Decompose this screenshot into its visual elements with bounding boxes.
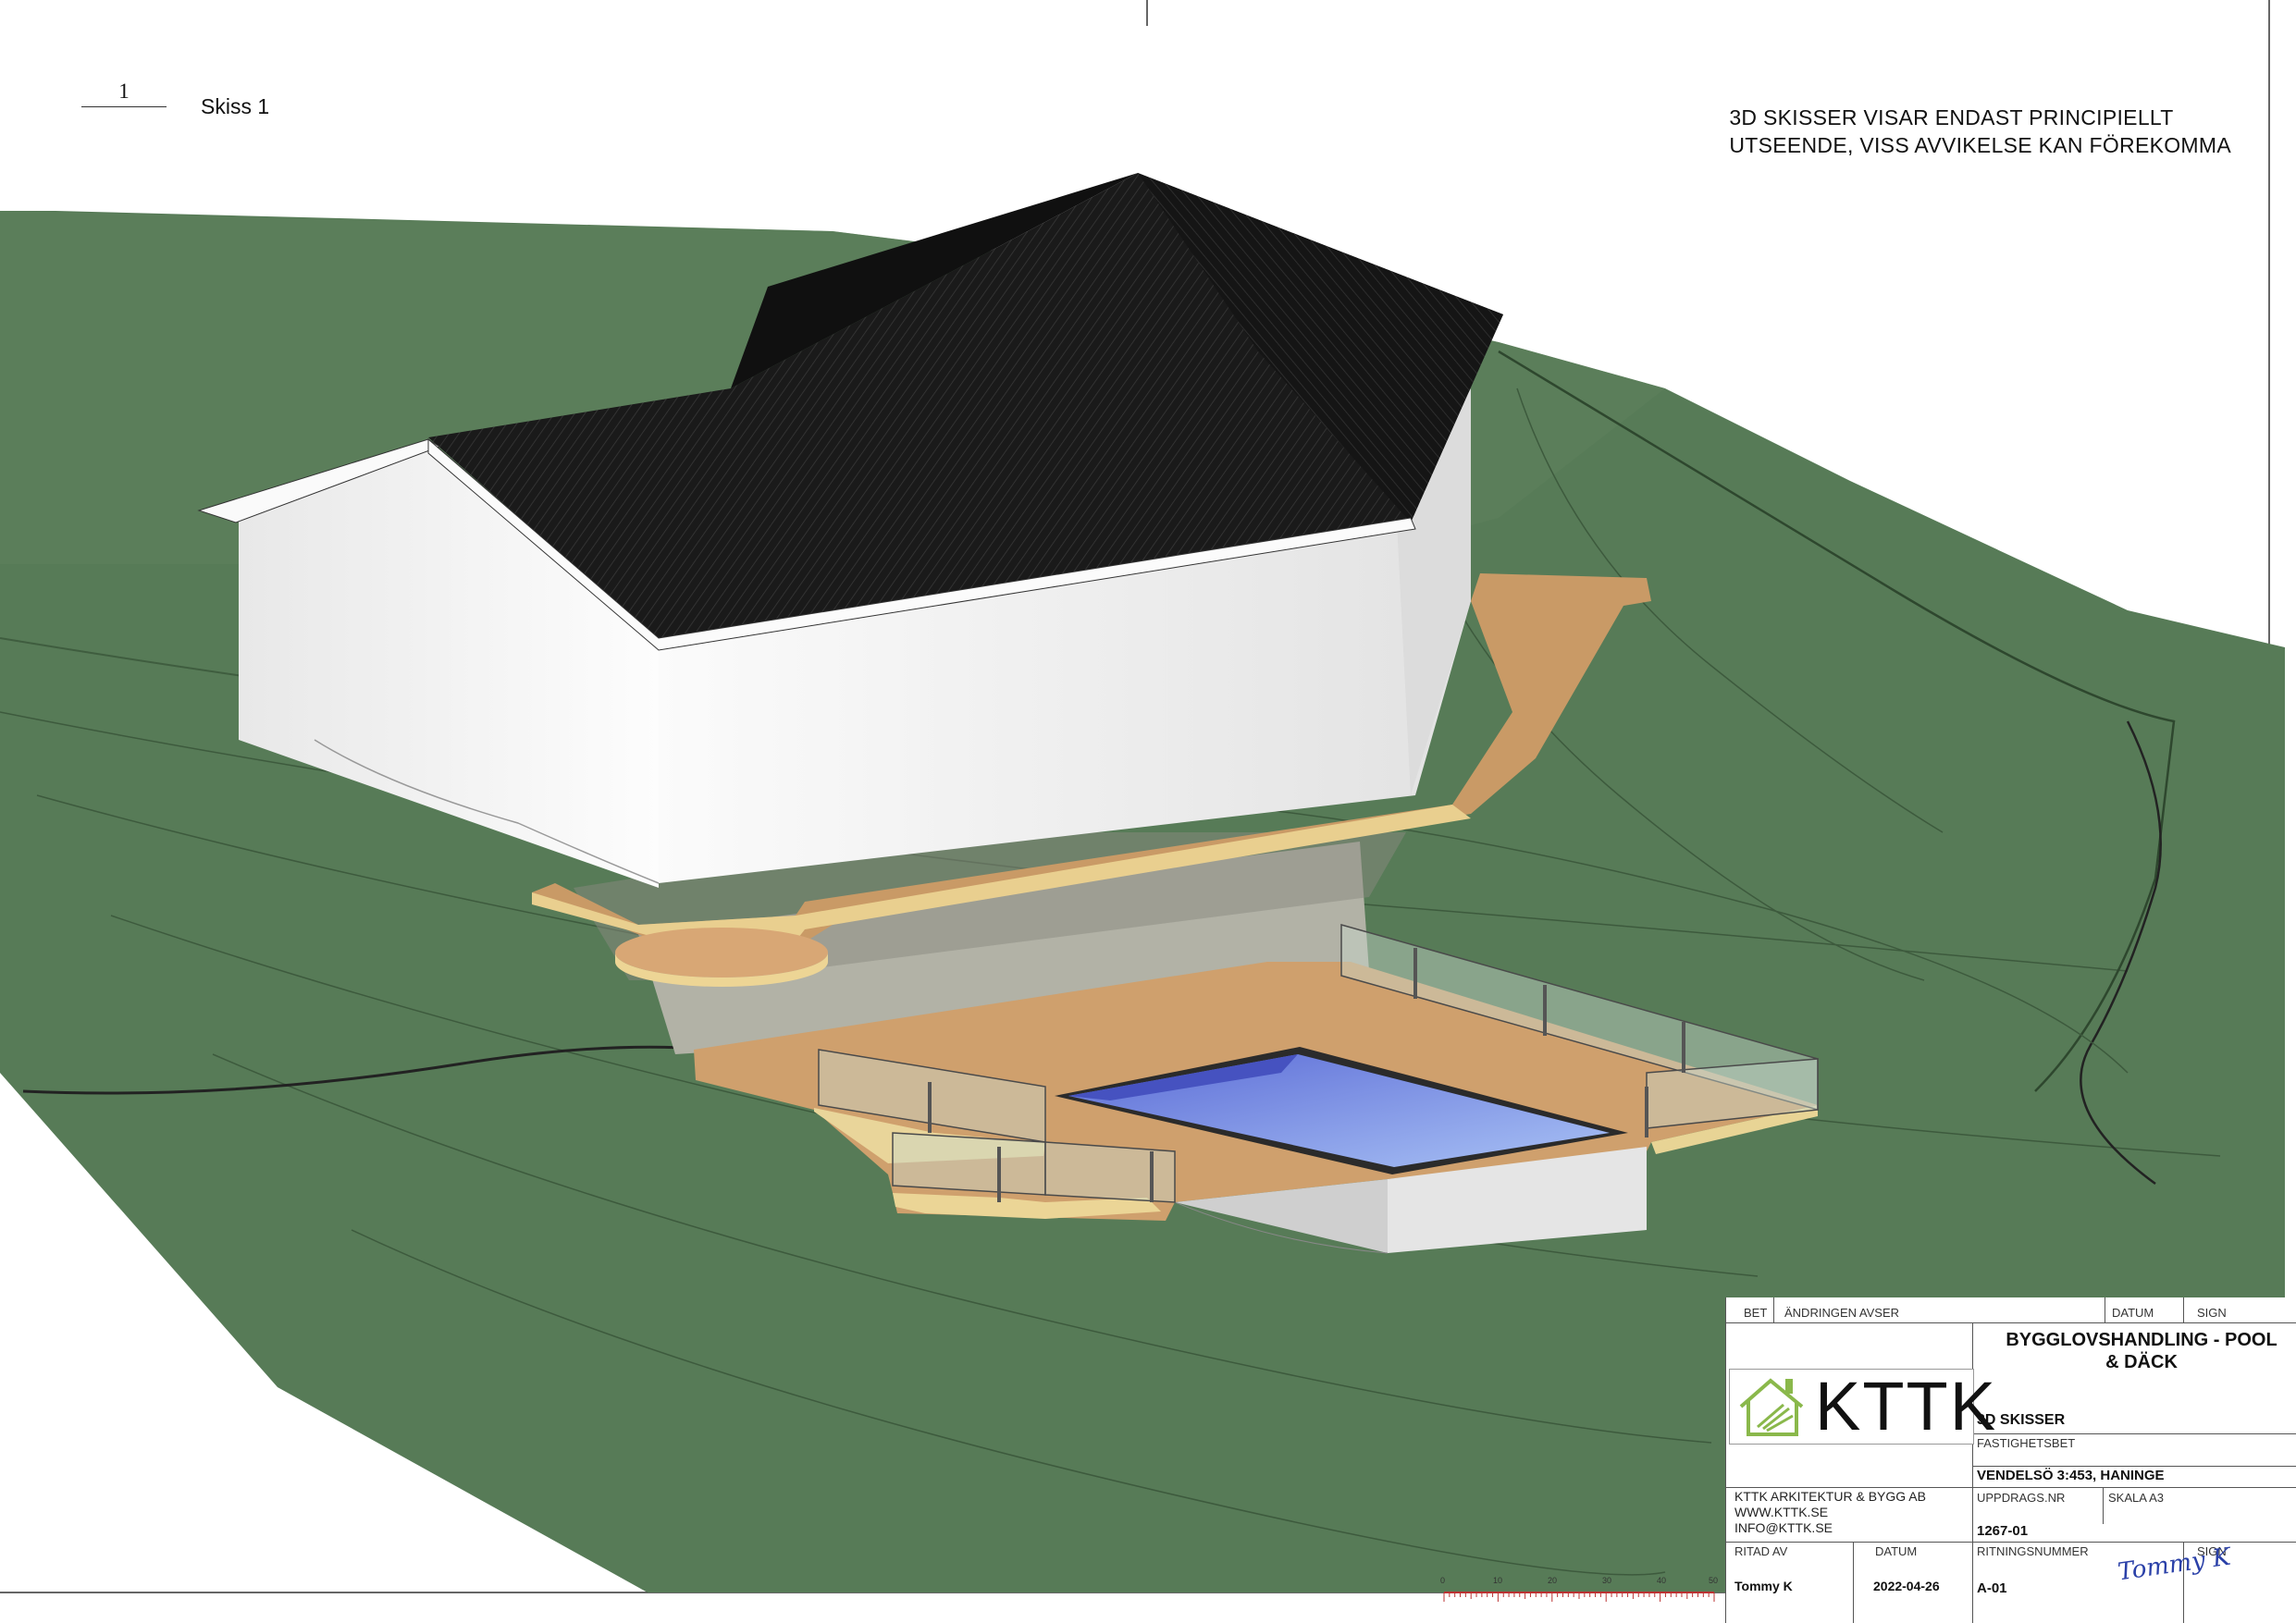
drawn-date-label: DATUM [1875,1544,1918,1558]
company-email: INFO@KTTK.SE [1734,1520,1833,1535]
sign-label: SIGN [2197,1306,2227,1320]
property-label: FASTIGHETSBET [1977,1436,2076,1450]
disclaimer-note: 3D SKISSER VISAR ENDAST PRINCIPIELLT UTS… [1729,104,2231,159]
logo-wordmark: KTTK [1815,1368,1998,1445]
drawing-title: BYGGLOVSHANDLING - POOL & DÄCK [2006,1330,2277,1372]
company-logo: KTTK [1729,1369,1995,1445]
drawn-by: Tommy K [1734,1579,1793,1593]
bet-label: BET [1744,1306,1768,1320]
disclaimer-line-1: 3D SKISSER VISAR ENDAST PRINCIPIELLT [1729,105,2174,129]
view-name: Skiss 1 [201,94,270,118]
view-number: 1 [81,80,167,107]
drawn-by-label: RITAD AV [1734,1544,1788,1558]
house-logo-icon [1739,1378,1804,1436]
property-value: VENDELSÖ 3:453, HANINGE [1977,1468,2165,1483]
sheet-subtitle: 3D SKISSER [1977,1412,2066,1428]
drawing-number: A-01 [1977,1580,2007,1596]
company-name: KTTK ARKITEKTUR & BYGG AB [1734,1489,1926,1504]
handwritten-signature: Tommy K [2116,1543,2233,1587]
title-block: BET ÄNDRINGEN AVSER DATUM SIGN BYGGLOVSH… [1725,1297,2296,1623]
drawing-number-label: RITNINGSNUMMER [1977,1544,2089,1558]
scale-label: SKALA A3 [2108,1491,2164,1505]
drawn-date: 2022-04-26 [1873,1579,1940,1593]
job-number-label: UPPDRAGS.NR [1977,1491,2066,1505]
scale-bar: 0 10 20 30 40 50 [1440,1576,1718,1602]
scale-tick-30: 30 [1602,1576,1611,1585]
company-web: WWW.KTTK.SE [1734,1505,1829,1519]
scale-tick-40: 40 [1657,1576,1666,1585]
scale-tick-10: 10 [1493,1576,1502,1585]
job-number: 1267-01 [1977,1523,2029,1539]
disclaimer-line-2: UTSEENDE, VISS AVVIKELSE KAN FÖREKOMMA [1729,133,2231,157]
date-label: DATUM [2112,1306,2154,1320]
scale-tick-50: 50 [1709,1576,1718,1585]
scale-tick-0: 0 [1440,1576,1445,1585]
change-label: ÄNDRINGEN AVSER [1784,1306,1900,1320]
scale-tick-20: 20 [1548,1576,1557,1585]
